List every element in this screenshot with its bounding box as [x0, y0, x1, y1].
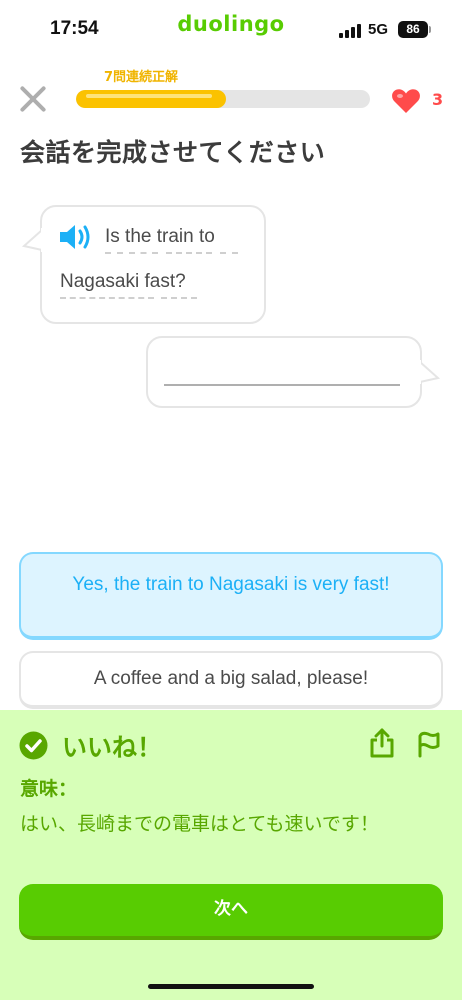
word-underline[interactable]: [220, 252, 238, 254]
hearts-count: 3: [432, 90, 444, 109]
word-underline[interactable]: [105, 252, 123, 254]
meaning-label: 意味：: [20, 778, 78, 800]
close-icon[interactable]: [18, 84, 48, 114]
progress-shine: [86, 94, 212, 98]
answer-blank: [164, 384, 400, 386]
question-line-2: Nagasaki fast?: [60, 271, 186, 292]
status-bar: 17:54 duolingo 5G 86: [0, 0, 462, 60]
progress-fill: [76, 90, 226, 108]
word-underline[interactable]: [166, 252, 212, 254]
page-title: 会話を完成させてください: [20, 138, 326, 167]
bubble-tail: [22, 228, 44, 252]
speaker-icon[interactable]: [58, 222, 94, 252]
meaning-text: はい、長崎までの電車はとても速いです！: [20, 813, 379, 835]
feedback-title: いいね！: [62, 733, 163, 762]
word-underline[interactable]: [129, 252, 158, 254]
signal-icon: [339, 24, 363, 38]
progress-bar: [76, 90, 370, 108]
word-underline[interactable]: [60, 297, 154, 299]
flag-icon[interactable]: [416, 730, 442, 758]
heart-icon: [392, 89, 420, 113]
network-label: 5G: [368, 21, 389, 38]
battery-icon: 86: [398, 21, 428, 38]
word-underline[interactable]: [161, 297, 197, 299]
check-icon: [19, 731, 48, 760]
battery-tip: [429, 26, 431, 33]
choice-option[interactable]: A coffee and a big salad, please!: [19, 651, 443, 709]
app-name: duolingo: [177, 12, 285, 36]
bubble-tail: [418, 360, 440, 384]
question-line-1: Is the train to: [105, 226, 215, 247]
answer-bubble: [146, 336, 422, 408]
next-button[interactable]: 次へ: [19, 884, 443, 940]
choice-option-selected[interactable]: Yes, the train to Nagasaki is very fast!: [19, 552, 443, 640]
share-icon[interactable]: [369, 728, 395, 758]
home-indicator[interactable]: [148, 984, 314, 989]
streak-label: 7問連続正解: [104, 70, 179, 85]
